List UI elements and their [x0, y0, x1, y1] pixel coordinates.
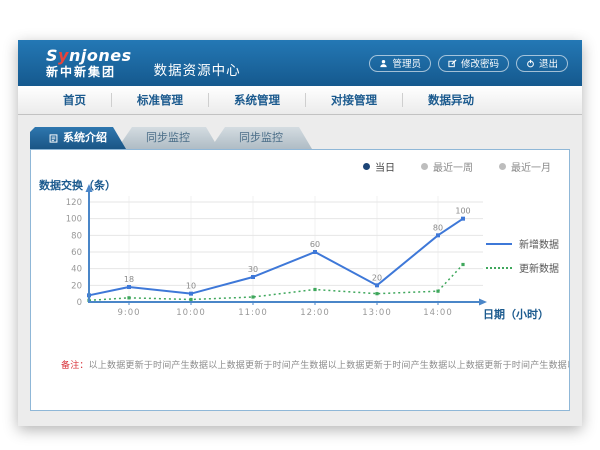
data-point [461, 217, 465, 221]
data-point-label: 100 [455, 207, 470, 216]
footer-note: 备注：以上数据更新于时间产生数据以上数据更新于时间产生数据以上数据更新于时间产生… [61, 358, 569, 371]
x-tick-label: 9:00 [117, 308, 140, 318]
data-point [189, 298, 192, 301]
app-header: Synjones 新中新集团 数据资源中心 管理员 修改密码 [18, 40, 582, 86]
nav-item-standard-management[interactable]: 标准管理 [112, 93, 209, 107]
logout-button[interactable]: 退出 [516, 55, 568, 72]
data-point [436, 233, 440, 237]
tab-document-icon [49, 134, 58, 143]
current-user-button[interactable]: 管理员 [369, 55, 431, 72]
legend-solid-line-sample [486, 243, 512, 245]
time-range-filters: 当日 最近一周 最近一月 [31, 150, 569, 174]
tab-label: 系统介绍 [63, 127, 107, 149]
x-tick-label: 14:00 [423, 308, 453, 318]
series-line [89, 219, 463, 296]
data-point-label: 60 [310, 240, 320, 249]
data-point [251, 295, 254, 298]
company-logo: Synjones 新中新集团 [46, 48, 132, 78]
power-icon [526, 59, 535, 68]
data-point [375, 283, 379, 287]
data-point [461, 263, 464, 266]
filter-label: 当日 [375, 159, 395, 174]
y-axis-label: 数据交换（条） [39, 178, 116, 192]
tab-label: 同步监控 [146, 131, 190, 144]
brand-post: njones [69, 46, 132, 65]
y-tick-label: 60 [71, 248, 82, 258]
data-point [375, 292, 378, 295]
legend-label: 更新数据 [519, 260, 559, 275]
tab-sync-monitor-2[interactable]: 同步监控 [210, 127, 312, 149]
x-tick-label: 11:00 [238, 308, 268, 318]
data-point [436, 290, 439, 293]
data-point-label: 18 [124, 275, 134, 284]
filter-label: 最近一周 [433, 159, 473, 174]
note-text: 以上数据更新于时间产生数据以上数据更新于时间产生数据以上数据更新于时间产生数据以… [89, 361, 569, 371]
radio-unselected-icon [499, 163, 506, 170]
tab-sync-monitor-1[interactable]: 同步监控 [117, 127, 219, 149]
nav-item-home[interactable]: 首页 [38, 93, 112, 107]
y-tick-label: 0 [77, 298, 82, 308]
y-tick-label: 20 [71, 281, 82, 291]
x-axis-label: 日期（小时） [483, 307, 549, 321]
nav-item-system-management[interactable]: 系统管理 [209, 93, 306, 107]
filter-label: 最近一月 [511, 159, 551, 174]
user-menu: 管理员 修改密码 退出 [369, 55, 568, 72]
nav-item-docking-management[interactable]: 对接管理 [306, 93, 403, 107]
logout-label: 退出 [539, 56, 558, 70]
edit-icon [448, 59, 457, 68]
current-user-label: 管理员 [392, 56, 421, 70]
x-tick-label: 13:00 [362, 308, 392, 318]
radio-unselected-icon [421, 163, 428, 170]
user-icon [379, 59, 388, 68]
tab-label: 同步监控 [239, 131, 283, 144]
note-prefix: 备注： [61, 361, 89, 371]
tab-bar: 系统介绍 同步监控 同步监控 [30, 127, 582, 149]
data-point-label: 20 [372, 273, 382, 282]
change-password-button[interactable]: 修改密码 [438, 55, 509, 72]
content-area: 系统介绍 同步监控 同步监控 当日 最近一周 [18, 115, 582, 411]
filter-last-week[interactable]: 最近一周 [421, 159, 473, 174]
filter-today[interactable]: 当日 [363, 159, 395, 174]
x-tick-label: 12:00 [300, 308, 330, 318]
legend-item-updated-data: 更新数据 [486, 260, 559, 275]
brand-accent: y [58, 46, 69, 65]
main-nav: 首页 标准管理 系统管理 对接管理 数据异动 [18, 86, 582, 115]
y-tick-label: 100 [66, 215, 82, 225]
data-point [127, 285, 131, 289]
y-tick-label: 80 [71, 231, 82, 241]
chart-panel: 当日 最近一周 最近一月 0 20 40 60 80 100 120 9:00 10:00 11:… [30, 149, 570, 411]
data-point [313, 288, 316, 291]
x-tick-label: 10:00 [176, 308, 206, 318]
change-password-label: 修改密码 [461, 56, 499, 70]
radio-selected-icon [363, 163, 370, 170]
data-point [251, 275, 255, 279]
x-axis-arrow-icon [479, 299, 487, 306]
data-point-label: 10 [186, 282, 196, 291]
filter-last-month[interactable]: 最近一月 [499, 159, 551, 174]
y-tick-label: 120 [66, 198, 82, 208]
company-name: 新中新集团 [46, 66, 132, 78]
data-point [189, 292, 193, 296]
data-point-label: 30 [248, 265, 258, 274]
tab-system-intro[interactable]: 系统介绍 [30, 127, 126, 149]
app-title: 数据资源中心 [154, 59, 241, 79]
legend-item-new-data: 新增数据 [486, 236, 559, 251]
data-point-label: 80 [433, 223, 443, 232]
nav-item-data-change[interactable]: 数据异动 [403, 93, 499, 107]
brand-pre: S [46, 46, 58, 65]
app-window: Synjones 新中新集团 数据资源中心 管理员 修改密码 [18, 40, 582, 426]
chart-legend: 新增数据 更新数据 [486, 236, 559, 275]
series-line [89, 265, 463, 301]
legend-label: 新增数据 [519, 236, 559, 251]
data-point [127, 296, 130, 299]
data-point [313, 250, 317, 254]
legend-dotted-line-sample [486, 267, 512, 269]
brand-name: Synjones [46, 48, 132, 64]
y-tick-label: 40 [71, 265, 82, 275]
